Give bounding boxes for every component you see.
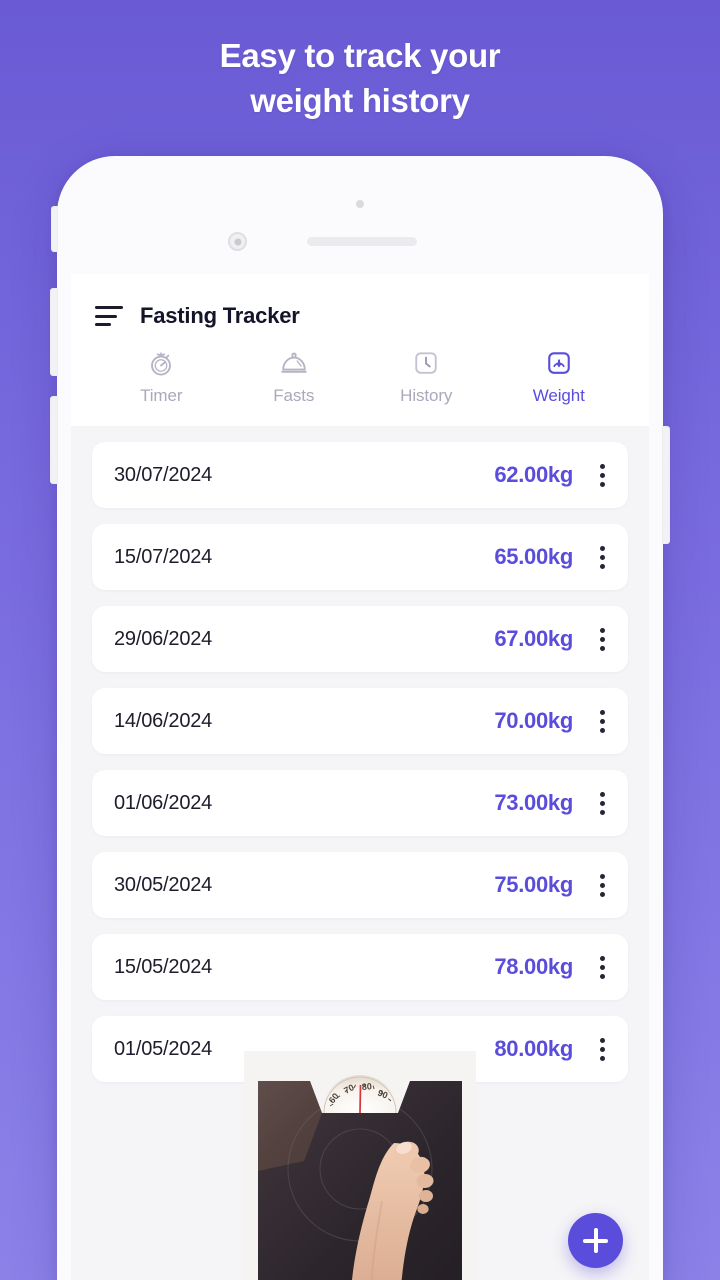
table-row[interactable]: 15/05/2024 78.00kg <box>92 934 628 1000</box>
more-vertical-icon[interactable] <box>589 540 615 574</box>
phone-mockup: Fasting Tracker Timer Fasts History Weig… <box>50 156 670 1280</box>
row-weight: 70.00kg <box>494 708 573 733</box>
app-bar: Fasting Tracker Timer Fasts History Weig… <box>71 274 649 426</box>
stopwatch-icon <box>146 348 176 378</box>
table-row[interactable]: 30/07/2024 62.00kg <box>92 442 628 508</box>
table-row[interactable]: 01/06/2024 73.00kg <box>92 770 628 836</box>
app-screen: Fasting Tracker Timer Fasts History Weig… <box>71 274 649 1280</box>
clock-square-icon <box>411 348 441 378</box>
row-date: 14/06/2024 <box>114 709 213 732</box>
row-weight: 62.00kg <box>494 462 573 487</box>
table-row[interactable]: 01/05/2024 80.00kg <box>92 1016 628 1082</box>
front-camera-icon <box>228 232 247 251</box>
row-date: 01/05/2024 <box>114 1037 213 1060</box>
headline-line-1: Easy to track your <box>219 37 501 74</box>
row-weight: 67.00kg <box>494 626 573 651</box>
tab-weight-label: Weight <box>532 386 585 405</box>
tab-history-label: History <box>400 386 453 405</box>
row-weight: 75.00kg <box>494 872 573 897</box>
row-weight: 78.00kg <box>494 954 573 979</box>
app-bar-top-row: Fasting Tracker <box>95 296 625 336</box>
proximity-sensor-icon <box>356 200 364 208</box>
row-date: 15/05/2024 <box>114 955 213 978</box>
promo-headline: Easy to track your weight history <box>0 34 720 123</box>
volume-up-button[interactable] <box>50 288 58 376</box>
table-row[interactable]: 15/07/2024 65.00kg <box>92 524 628 590</box>
tab-fasts[interactable]: Fasts <box>228 348 361 410</box>
food-dome-icon <box>279 348 309 378</box>
row-weight: 73.00kg <box>494 790 573 815</box>
row-weight: 65.00kg <box>494 544 573 569</box>
table-row[interactable]: 29/06/2024 67.00kg <box>92 606 628 672</box>
more-vertical-icon[interactable] <box>589 786 615 820</box>
table-row[interactable]: 14/06/2024 70.00kg <box>92 688 628 754</box>
gauge-square-icon <box>544 348 574 378</box>
row-weight: 80.00kg <box>494 1036 573 1061</box>
more-vertical-icon[interactable] <box>589 950 615 984</box>
more-vertical-icon[interactable] <box>589 458 615 492</box>
page-title: Fasting Tracker <box>140 303 300 328</box>
tab-timer-label: Timer <box>140 386 183 405</box>
earpiece-speaker-icon <box>307 237 417 246</box>
row-date: 30/05/2024 <box>114 873 213 896</box>
row-date: 01/06/2024 <box>114 791 213 814</box>
headline-line-2: weight history <box>250 81 470 119</box>
more-vertical-icon[interactable] <box>589 622 615 656</box>
silent-switch-button[interactable] <box>51 206 58 252</box>
more-vertical-icon[interactable] <box>589 868 615 902</box>
tab-weight[interactable]: Weight <box>493 348 626 410</box>
hamburger-icon[interactable] <box>95 306 123 326</box>
row-date: 15/07/2024 <box>114 545 213 568</box>
tab-history[interactable]: History <box>360 348 493 410</box>
tab-bar: Timer Fasts History Weight <box>95 348 625 410</box>
volume-down-button[interactable] <box>50 396 58 484</box>
row-date: 30/07/2024 <box>114 463 213 486</box>
tab-fasts-label: Fasts <box>273 386 315 405</box>
table-row[interactable]: 30/05/2024 75.00kg <box>92 852 628 918</box>
add-weight-fab-button[interactable] <box>568 1213 623 1268</box>
more-vertical-icon[interactable] <box>589 1032 615 1066</box>
power-button[interactable] <box>662 426 670 544</box>
weight-history-list: 30/07/2024 62.00kg 15/07/2024 65.00kg 29… <box>71 426 649 1280</box>
row-date: 29/06/2024 <box>114 627 213 650</box>
more-vertical-icon[interactable] <box>589 704 615 738</box>
tab-timer[interactable]: Timer <box>95 348 228 410</box>
